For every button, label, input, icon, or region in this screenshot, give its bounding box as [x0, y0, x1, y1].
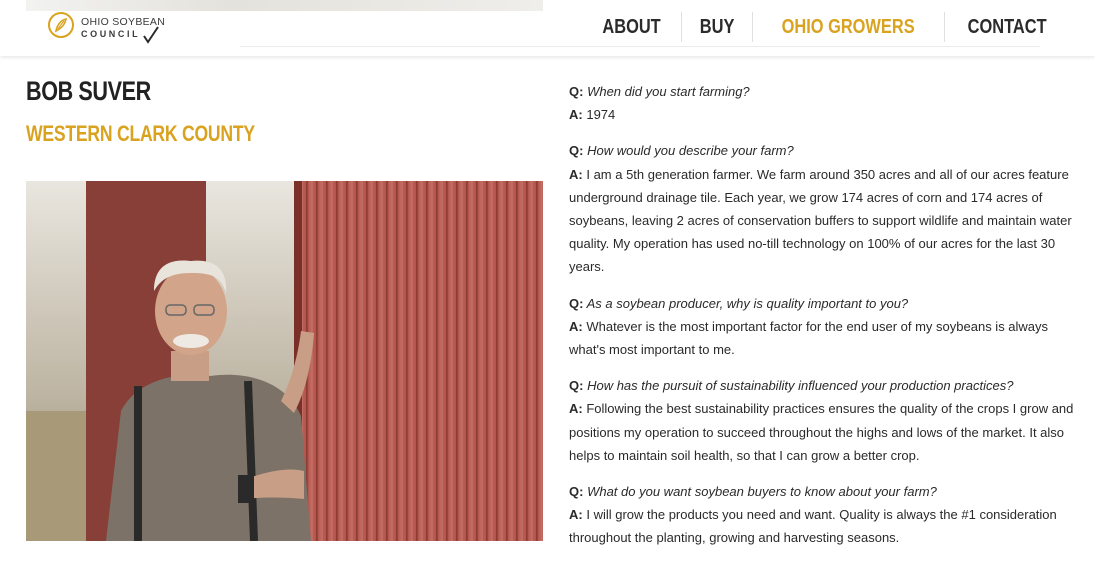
question-text: When did you start farming?: [587, 84, 750, 99]
nav-contact[interactable]: CONTACT: [956, 12, 1058, 42]
qa-item: Q: As a soybean producer, why is quality…: [569, 292, 1079, 362]
answer-text: I will grow the products you need and wa…: [569, 507, 1057, 546]
main-nav: ABOUT BUY OHIO GROWERS CONTACT: [582, 12, 1069, 42]
nav-buy[interactable]: BUY: [689, 12, 747, 42]
header-image-strip: [26, 0, 543, 11]
answer-label: A:: [569, 107, 583, 123]
answer-label: A:: [569, 507, 583, 523]
question-label: Q:: [569, 84, 584, 99]
qa-item: Q: How has the pursuit of sustainability…: [569, 374, 1079, 467]
answer-text: 1974: [586, 107, 616, 123]
question: Q: How would you describe your farm?: [569, 139, 1079, 162]
question: Q: When did you start farming?: [569, 80, 1079, 103]
grower-county: WESTERN CLARK COUNTY: [26, 121, 255, 146]
grower-name: BOB SUVER: [26, 76, 151, 106]
nav-divider: [943, 12, 945, 42]
qa-section: Q: When did you start farming? A: 1974 Q…: [569, 80, 1079, 563]
answer: A: I will grow the products you need and…: [569, 503, 1079, 549]
question-label: Q:: [569, 484, 584, 500]
nav-about[interactable]: ABOUT: [591, 12, 672, 42]
answer-label: A:: [569, 166, 583, 182]
question: Q: How has the pursuit of sustainability…: [569, 374, 1079, 397]
header-divider: [240, 46, 1040, 47]
logo-text-line2: COUNCIL: [81, 29, 141, 39]
question-label: Q:: [569, 378, 584, 394]
nav-divider: [681, 12, 683, 42]
answer-label: A:: [569, 401, 583, 417]
soybean-leaf-icon: [48, 12, 74, 38]
ohio-soybean-council-logo[interactable]: OHIO SOYBEAN COUNCIL: [48, 12, 168, 46]
qa-item: Q: What do you want soybean buyers to kn…: [569, 480, 1079, 550]
answer-label: A:: [569, 318, 583, 334]
answer: A: Whatever is the most important factor…: [569, 315, 1079, 361]
answer: A: I am a 5th generation farmer. We farm…: [569, 163, 1079, 279]
nav-divider: [752, 12, 754, 42]
question-label: Q:: [569, 143, 584, 159]
answer-text: Following the best sustainability practi…: [569, 401, 1074, 463]
site-header: OHIO SOYBEAN COUNCIL ABOUT BUY OHIO GROW…: [0, 0, 1095, 56]
answer-text: Whatever is the most important factor fo…: [569, 318, 1049, 358]
question-text: How has the pursuit of sustainability in…: [587, 378, 1014, 394]
qa-item: Q: How would you describe your farm? A: …: [569, 139, 1079, 278]
answer: A: 1974: [569, 103, 1079, 126]
nav-ohio-growers[interactable]: OHIO GROWERS: [771, 12, 927, 42]
question-label: Q:: [569, 295, 584, 311]
qa-item: Q: When did you start farming? A: 1974: [569, 80, 1079, 126]
answer-text: I am a 5th generation farmer. We farm ar…: [569, 166, 1072, 275]
question-text: As a soybean producer, why is quality im…: [586, 295, 909, 311]
question: Q: What do you want soybean buyers to kn…: [569, 480, 1079, 503]
question-text: How would you describe your farm?: [587, 143, 794, 159]
question: Q: As a soybean producer, why is quality…: [569, 292, 1079, 315]
answer: A: Following the best sustainability pra…: [569, 397, 1079, 467]
grower-photo: [26, 181, 543, 541]
checkmark-icon: [143, 26, 159, 44]
question-text: What do you want soybean buyers to know …: [587, 484, 937, 500]
